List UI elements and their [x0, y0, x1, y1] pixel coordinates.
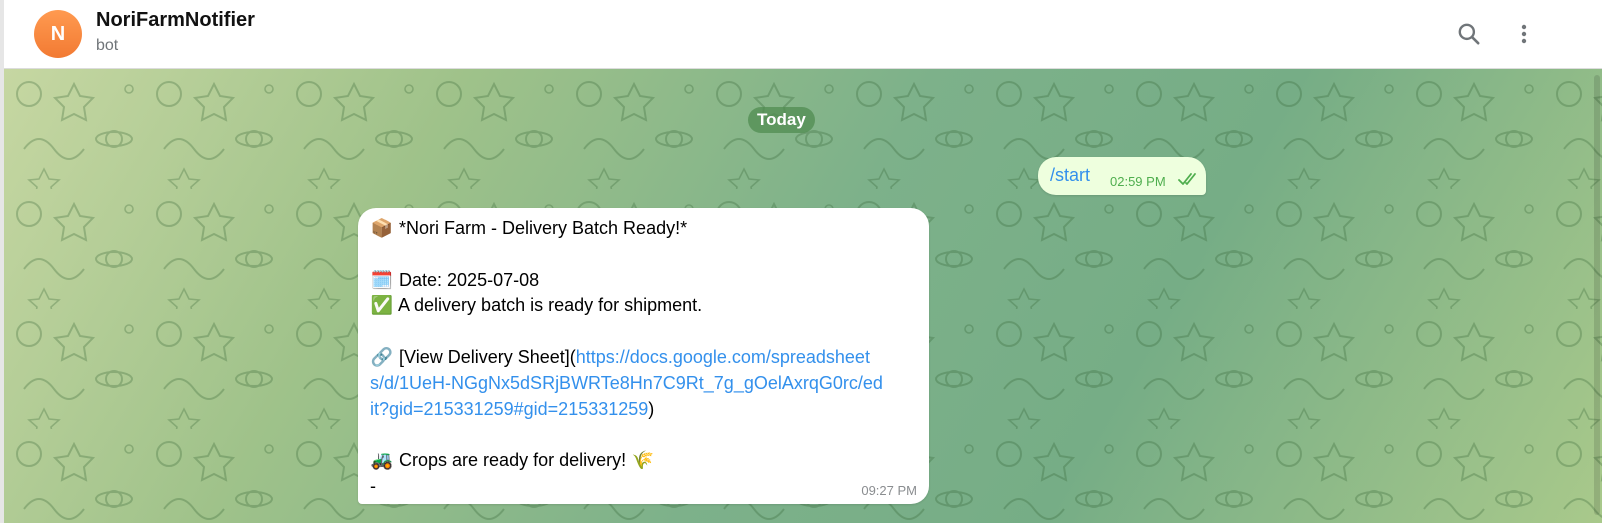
message-crops-text: Crops are ready for delivery! [399, 450, 627, 471]
message-text[interactable]: /start [1050, 165, 1090, 186]
chat-title[interactable]: NoriFarmNotifier [96, 9, 255, 32]
more-vertical-icon [1521, 24, 1527, 44]
calendar-icon: 🗓️ [370, 269, 394, 290]
message-line-link-end: it?gid=215331259#gid=215331259) [370, 397, 918, 423]
avatar[interactable]: N [34, 10, 82, 58]
incoming-message[interactable]: 📦 *Nori Farm - Delivery Batch Ready!* 🗓️… [358, 208, 929, 504]
message-body: 📦 *Nori Farm - Delivery Batch Ready!* 🗓️… [370, 216, 918, 500]
telegram-chat-window: N NoriFarmNotifier bot Today /start 02:5… [4, 0, 1602, 523]
message-line-link: 🔗 [View Delivery Sheet](https://docs.goo… [370, 345, 918, 371]
message-line-title: 📦 *Nori Farm - Delivery Batch Ready!* [370, 216, 918, 242]
sheet-link-part-2[interactable]: s/d/1UeH-NGgNx5dSRjBWRTe8Hn7C9Rt_7g_gOel… [370, 373, 883, 393]
check-mark-icon: ✅ [370, 295, 394, 316]
message-line-date: 🗓️ Date: 2025-07-08 [370, 268, 918, 294]
chat-status: bot [96, 37, 119, 54]
avatar-initial: N [50, 22, 66, 45]
message-date: Date: 2025-07-08 [399, 269, 540, 290]
date-separator: Today [748, 107, 815, 133]
package-icon: 📦 [370, 218, 394, 238]
message-time: 02:59 PM [1110, 174, 1166, 189]
more-menu-button[interactable] [1504, 14, 1544, 54]
search-icon [1458, 23, 1480, 45]
message-line-link-cont: s/d/1UeH-NGgNx5dSRjBWRTe8Hn7C9Rt_7g_gOel… [370, 371, 918, 397]
message-dash: - [370, 475, 376, 496]
link-prefix: [View Delivery Sheet]( [399, 346, 576, 367]
message-time: 09:27 PM [861, 483, 917, 498]
chat-header: N NoriFarmNotifier bot [4, 0, 1602, 69]
double-check-icon [1178, 173, 1196, 185]
sheet-link-part-3[interactable]: it?gid=215331259#gid=215331259 [370, 399, 648, 419]
message-title: *Nori Farm - Delivery Batch Ready!* [399, 218, 688, 238]
chat-messages-area[interactable]: Today /start 02:59 PM 📦 *Nori Farm - Del… [4, 69, 1602, 523]
message-line-crops: 🚜 Crops are ready for delivery! 🌾 [370, 448, 918, 474]
outgoing-message[interactable]: /start 02:59 PM [1038, 157, 1206, 195]
search-button[interactable] [1449, 14, 1489, 54]
message-ready-text: A delivery batch is ready for shipment. [398, 295, 703, 316]
link-icon: 🔗 [370, 346, 394, 367]
rice-icon: 🌾 [631, 450, 655, 471]
chat-scrollbar[interactable] [1594, 75, 1600, 515]
message-line-ready: ✅ A delivery batch is ready for shipment… [370, 293, 918, 319]
tractor-icon: 🚜 [370, 450, 394, 471]
message-line-dash: - [370, 474, 918, 500]
sheet-link-part-1[interactable]: https://docs.google.com/spreadsheet [576, 347, 870, 367]
link-suffix: ) [648, 398, 655, 419]
